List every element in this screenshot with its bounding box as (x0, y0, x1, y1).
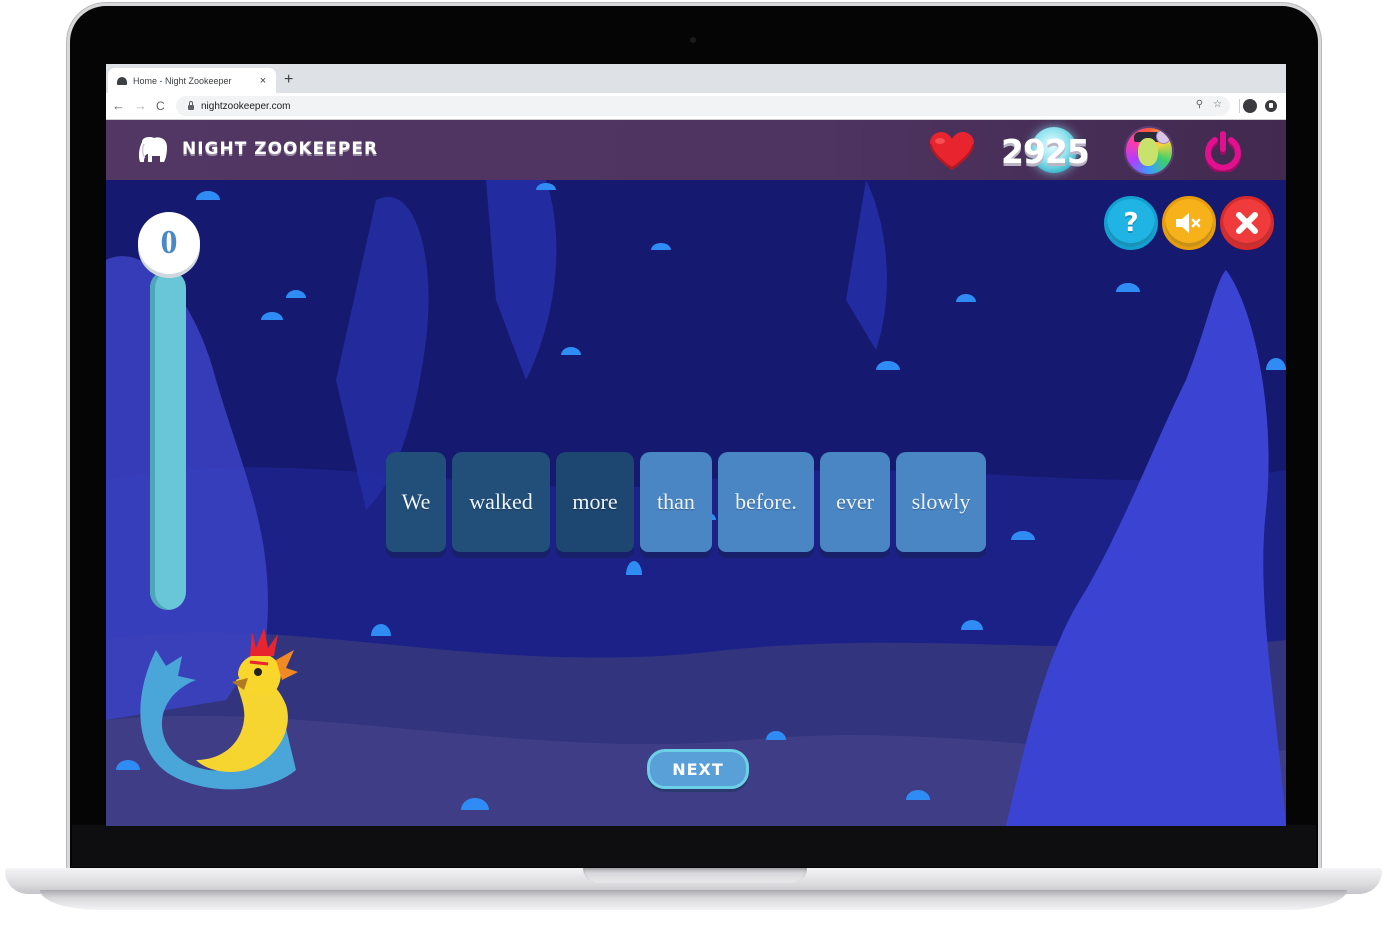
sentence-word-row: We walked more than before. ever slowly (386, 452, 986, 562)
address-bar[interactable]: nightzookeeper.com ⚲ ☆ (176, 96, 1230, 116)
word-tile[interactable]: more (556, 452, 634, 552)
app-header: NIGHT ZOOKEEPER 2925 (106, 120, 1286, 180)
new-tab-button[interactable]: + (284, 70, 293, 90)
elephant-logo-icon[interactable] (136, 136, 170, 164)
browser-tabstrip: Home - Night Zookeeper × + (106, 64, 1286, 93)
webcam (690, 37, 696, 43)
tab-title: Home - Night Zookeeper (133, 75, 232, 86)
avatar-face (1138, 138, 1158, 166)
close-button[interactable] (1220, 196, 1274, 250)
question-mark-icon: ? (1123, 208, 1139, 238)
progress-counter: 0 (138, 212, 200, 274)
user-avatar[interactable] (1124, 126, 1174, 176)
laptop-base-edge (40, 890, 1347, 910)
logo-text: NIGHT ZOOKEEPER (182, 139, 379, 159)
toolbar-divider (1239, 99, 1240, 113)
speaker-muted-icon (1176, 213, 1201, 233)
browser-tab[interactable]: Home - Night Zookeeper × (108, 68, 276, 93)
browser-profile-icon[interactable] (1243, 99, 1257, 113)
progress-meter-track (150, 270, 186, 610)
word-tile[interactable]: We (386, 452, 446, 552)
screen: Home - Night Zookeeper × + ← → C nightzo… (106, 64, 1286, 826)
zoom-icon[interactable]: ⚲ (1196, 99, 1203, 110)
laptop-bezel-bottom (72, 825, 1316, 867)
mute-button[interactable] (1162, 196, 1216, 250)
back-arrow-icon[interactable]: ← (112, 98, 125, 114)
word-tile[interactable]: walked (452, 452, 550, 552)
word-tile[interactable]: than (640, 452, 712, 552)
heart-icon (930, 132, 974, 170)
power-logout-icon[interactable] (1203, 130, 1243, 172)
forward-arrow-icon[interactable]: → (134, 98, 147, 114)
bookmark-star-icon[interactable]: ☆ (1213, 99, 1222, 110)
browser-toolbar: ← → C nightzookeeper.com ⚲ ☆ (106, 93, 1286, 120)
extension-icon[interactable] (1265, 100, 1277, 112)
score-counter: 2925 (1001, 132, 1090, 171)
phoenix-mascot-icon (140, 628, 298, 790)
elephant-favicon-icon (117, 76, 127, 85)
word-tile[interactable]: slowly (896, 452, 986, 552)
game-area: ? 0 We walked more than before. ever slo… (106, 180, 1286, 826)
word-tile[interactable]: ever (820, 452, 890, 552)
close-x-icon (1236, 212, 1258, 234)
next-button[interactable]: NEXT (647, 749, 749, 789)
avatar-badge-icon (1156, 129, 1171, 144)
lock-icon (188, 100, 194, 110)
word-tile[interactable]: before. (718, 452, 814, 552)
help-button[interactable]: ? (1104, 196, 1158, 250)
url-text: nightzookeeper.com (201, 100, 291, 112)
laptop-notch (583, 868, 807, 883)
tab-close-icon[interactable]: × (256, 75, 270, 87)
reload-icon[interactable]: C (156, 98, 165, 114)
